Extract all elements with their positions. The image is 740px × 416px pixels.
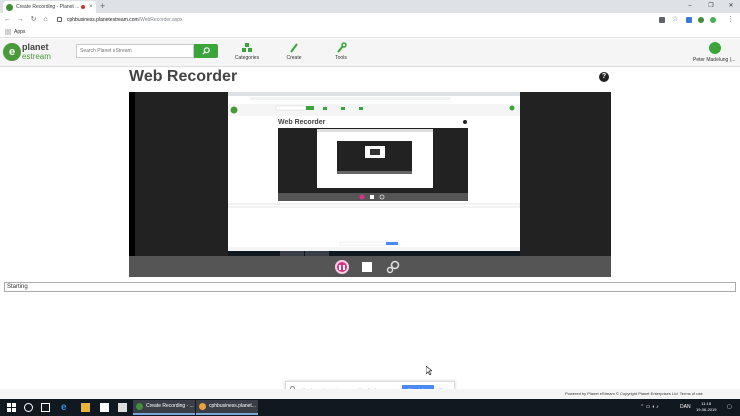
nav-tools[interactable]: Tools	[321, 42, 361, 61]
footer-credits: Powered by Planet eStream © Copyright Pl…	[565, 389, 703, 399]
url-host: cphbusiness.planetestream.com	[67, 17, 139, 23]
profile-icon[interactable]	[710, 17, 716, 23]
taskbar-app-create-recording[interactable]: Create Recording - ...	[133, 400, 195, 415]
search-icon	[202, 47, 210, 55]
pause-icon	[343, 265, 345, 270]
help-icon[interactable]: ?	[599, 72, 609, 82]
calculator-icon[interactable]	[118, 403, 127, 412]
page-title: Web Recorder	[129, 68, 238, 85]
recording-indicator-icon	[81, 5, 85, 9]
url-path: /WebRecorder.aspx	[138, 17, 183, 23]
logo-line1: planet	[22, 42, 49, 52]
nav-label: Create	[286, 55, 302, 61]
apps-grid-icon[interactable]	[5, 29, 11, 35]
tab-title: Create Recording - Planet ...	[16, 4, 80, 10]
settings-gears-icon[interactable]	[386, 260, 400, 274]
mouse-cursor-icon	[426, 366, 432, 375]
logo-line2: estream	[22, 52, 51, 61]
cast-icon[interactable]	[659, 17, 665, 23]
browser-tab[interactable]: Create Recording - Planet ... ×	[3, 1, 96, 13]
pencil-icon	[290, 43, 298, 53]
extension-estream-icon[interactable]	[698, 17, 704, 23]
menu-dots-icon[interactable]: ⋮	[727, 16, 734, 23]
nav-label: Tools	[335, 55, 347, 61]
forward-icon[interactable]: →	[16, 13, 25, 27]
footer-copyright: Powered by Planet eStream © Copyright Pl…	[565, 391, 678, 396]
url-text[interactable]: cphbusiness.planetestream.com/WebRecorde…	[67, 15, 183, 25]
stop-button[interactable]	[362, 262, 372, 272]
nav-label: Categories	[234, 55, 260, 61]
back-icon[interactable]: ←	[3, 13, 12, 27]
windows-taskbar: e Create Recording - ... cphbusiness.pla…	[0, 399, 740, 416]
new-tab-icon[interactable]: +	[100, 0, 105, 13]
browser-tabstrip: Create Recording - Planet ... × + – ❐ ✕	[0, 0, 740, 13]
language-indicator[interactable]: DAN	[680, 399, 691, 416]
categories-icon	[242, 43, 252, 52]
store-icon[interactable]	[100, 403, 109, 412]
user-name[interactable]: Peter Madelung (...	[693, 57, 736, 63]
lock-icon	[57, 17, 62, 22]
recording-preview: Web Recorder	[129, 92, 611, 256]
site-header: e planet estream Categories Create Tools…	[0, 39, 740, 67]
nested-screen-capture: Web Recorder	[228, 92, 520, 256]
pause-icon	[339, 265, 341, 270]
chrome-icon	[199, 403, 206, 410]
taskbar-app-label: Create Recording - ...	[146, 403, 194, 409]
windows-start-icon[interactable]	[7, 403, 16, 412]
recorder-controls	[129, 256, 611, 277]
wrench-icon	[337, 42, 347, 53]
home-icon[interactable]: ⌂	[41, 13, 50, 27]
taskbar-app-label: cphbusiness.planet...	[209, 403, 256, 409]
bookmark-apps[interactable]: Apps	[14, 27, 25, 38]
tab-close-icon[interactable]: ×	[89, 1, 93, 13]
reload-icon[interactable]: ↻	[29, 13, 38, 27]
taskbar-search-icon[interactable]	[24, 403, 33, 412]
pause-button[interactable]	[335, 260, 349, 274]
bookmark-star-icon[interactable]: ☆	[672, 16, 678, 23]
edge-icon[interactable]: e	[61, 403, 70, 413]
notifications-icon[interactable]: ▢	[727, 399, 732, 416]
chrome-icon	[136, 403, 143, 410]
tray-icons[interactable]: ⌃ ▭ ◖ ♪	[640, 399, 659, 416]
nav-categories[interactable]: Categories	[227, 42, 267, 61]
browser-toolbar: ← → ↻ ⌂ cphbusiness.planetestream.com/We…	[0, 13, 740, 27]
terms-of-use-link[interactable]: Terms of use	[680, 391, 703, 396]
taskbar-app-cphbusiness[interactable]: cphbusiness.planet...	[196, 400, 258, 415]
task-view-icon[interactable]	[41, 403, 50, 412]
preview-screenshot: Web Recorder	[228, 92, 520, 256]
nav-create[interactable]: Create	[274, 42, 314, 61]
extension-icon[interactable]	[686, 17, 692, 23]
planet-estream-logo-icon[interactable]: e	[3, 43, 21, 61]
user-avatar-icon[interactable]	[709, 42, 721, 54]
site-logo[interactable]: planet estream	[22, 42, 51, 62]
restore-icon[interactable]: ❐	[704, 0, 718, 12]
window-close-icon[interactable]: ✕	[724, 0, 738, 12]
site-footer: Powered by Planet eStream © Copyright Pl…	[0, 389, 740, 399]
minimize-icon[interactable]: –	[683, 0, 697, 12]
bookmarks-bar: Apps	[0, 27, 740, 38]
taskbar-clock[interactable]: 11:18 19-06-2019	[696, 401, 716, 413]
search-button[interactable]	[194, 44, 218, 58]
nested-page-title: Web Recorder	[278, 119, 326, 126]
clock-date: 19-06-2019	[696, 407, 717, 412]
preview-left-border	[129, 92, 135, 256]
search-input[interactable]	[76, 44, 194, 58]
status-text: Starting	[4, 282, 736, 292]
planet-estream-favicon-icon	[6, 4, 13, 11]
file-explorer-icon[interactable]	[81, 403, 90, 412]
